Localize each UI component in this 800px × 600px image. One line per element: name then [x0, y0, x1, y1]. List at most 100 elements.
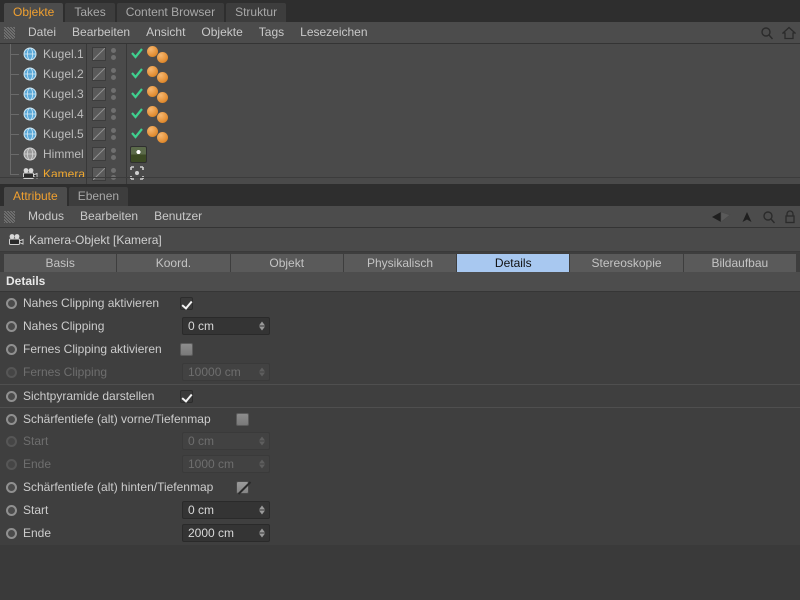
tab-takes[interactable]: Takes [65, 3, 115, 22]
object-visibility-controls[interactable] [92, 84, 116, 104]
animation-track-toggle[interactable] [6, 413, 17, 425]
checkbox[interactable] [180, 390, 193, 403]
editor-visibility-dot[interactable] [111, 168, 116, 173]
object-tree[interactable]: Kugel.1 Kugel.2 Kugel.3 Kugel.4 Kugel.5 Himme… [0, 44, 800, 184]
sky-material-thumbnail[interactable] [130, 145, 147, 163]
editor-visibility-dot[interactable] [111, 108, 116, 113]
spinner-arrows-icon[interactable] [259, 436, 265, 446]
material-tag-icon[interactable] [157, 72, 168, 83]
editor-visibility-dot[interactable] [111, 68, 116, 73]
property-tab-details[interactable]: Details [457, 254, 570, 272]
material-tags[interactable] [147, 84, 171, 104]
object-row[interactable]: Kugel.1 [0, 44, 800, 64]
material-tags[interactable] [147, 124, 171, 144]
editor-render-dots[interactable] [111, 128, 116, 140]
menu-item-modus[interactable]: Modus [20, 206, 72, 227]
animation-track-toggle[interactable] [6, 321, 17, 332]
object-row[interactable]: Kamera [0, 164, 800, 184]
object-visibility-controls[interactable] [92, 44, 116, 64]
editor-render-dots[interactable] [111, 68, 116, 80]
property-tab-objekt[interactable]: Objekt [230, 254, 343, 272]
check-tag-icon[interactable] [130, 46, 144, 63]
material-tag-icon[interactable] [157, 92, 168, 103]
visibility-toggle-icon[interactable] [92, 87, 106, 101]
menu-item-lesezeichen[interactable]: Lesezeichen [292, 22, 375, 43]
visibility-toggle-icon[interactable] [92, 107, 106, 121]
spinner-up-icon[interactable] [259, 367, 265, 372]
spinner-up-icon[interactable] [259, 528, 265, 533]
spinner-down-icon[interactable] [259, 464, 265, 469]
object-row[interactable]: Kugel.2 [0, 64, 800, 84]
animation-track-toggle[interactable] [6, 367, 17, 378]
checkbox[interactable] [236, 481, 249, 494]
drag-gripper-icon[interactable] [4, 210, 15, 223]
spinner-up-icon[interactable] [259, 321, 265, 326]
animation-track-toggle[interactable] [6, 505, 17, 516]
render-visibility-dot[interactable] [111, 135, 116, 140]
object-row[interactable]: Kugel.5 [0, 124, 800, 144]
object-visibility-controls[interactable] [92, 64, 116, 84]
tab-struktur[interactable]: Struktur [226, 3, 287, 22]
material-tags[interactable] [147, 64, 171, 84]
back-arrow-icon[interactable] [710, 210, 732, 224]
property-tab-basis[interactable]: Basis [4, 254, 117, 272]
editor-render-dots[interactable] [111, 108, 116, 120]
object-visibility-controls[interactable] [92, 144, 116, 164]
home-icon[interactable] [782, 26, 796, 40]
render-visibility-dot[interactable] [111, 75, 116, 80]
tab-ebenen[interactable]: Ebenen [68, 187, 129, 206]
editor-visibility-dot[interactable] [111, 128, 116, 133]
render-visibility-dot[interactable] [111, 115, 116, 120]
editor-render-dots[interactable] [111, 168, 116, 180]
visibility-toggle-icon[interactable] [92, 67, 106, 81]
object-visibility-controls[interactable] [92, 104, 116, 124]
search-icon[interactable] [762, 210, 776, 224]
search-icon[interactable] [760, 26, 774, 40]
editor-render-dots[interactable] [111, 48, 116, 60]
tab-content-browser[interactable]: Content Browser [116, 3, 225, 22]
up-arrow-icon[interactable] [740, 210, 754, 224]
visibility-toggle-icon[interactable] [92, 127, 106, 141]
object-tags[interactable] [130, 164, 144, 184]
render-visibility-dot[interactable] [111, 95, 116, 100]
spinner-down-icon[interactable] [259, 372, 265, 377]
menu-item-datei[interactable]: Datei [20, 22, 64, 43]
object-row[interactable]: Kugel.4 [0, 104, 800, 124]
spinner-down-icon[interactable] [259, 326, 265, 331]
menu-item-tags[interactable]: Tags [251, 22, 292, 43]
spinner-arrows-icon[interactable] [259, 505, 265, 515]
editor-visibility-dot[interactable] [111, 48, 116, 53]
animation-track-toggle[interactable] [6, 298, 17, 309]
checkbox[interactable] [236, 413, 249, 426]
object-tags[interactable] [130, 144, 147, 164]
menu-item-benutzer[interactable]: Benutzer [146, 206, 210, 227]
check-tag-icon[interactable] [130, 126, 144, 143]
material-tag-icon[interactable] [157, 132, 168, 143]
spinner-down-icon[interactable] [259, 533, 265, 538]
material-tag-icon[interactable] [157, 112, 168, 123]
object-tags[interactable] [130, 124, 171, 144]
visibility-toggle-icon[interactable] [92, 47, 106, 61]
visibility-toggle-icon[interactable] [92, 167, 106, 181]
spinner-down-icon[interactable] [259, 441, 265, 446]
object-row[interactable]: Himmel [0, 144, 800, 164]
property-tab-bildaufbau[interactable]: Bildaufbau [683, 254, 796, 272]
spinner-arrows-icon[interactable] [259, 321, 265, 331]
animation-track-toggle[interactable] [6, 390, 17, 402]
spinner-up-icon[interactable] [259, 505, 265, 510]
check-tag-icon[interactable] [130, 86, 144, 103]
number-input[interactable]: 0 cm [182, 317, 270, 335]
check-tag-icon[interactable] [130, 106, 144, 123]
menu-item-ansicht[interactable]: Ansicht [138, 22, 193, 43]
animation-track-toggle[interactable] [6, 344, 17, 355]
editor-visibility-dot[interactable] [111, 88, 116, 93]
object-visibility-controls[interactable] [92, 164, 116, 184]
number-input[interactable]: 0 cm [182, 501, 270, 519]
lock-icon[interactable] [784, 210, 796, 224]
property-tab-physikalisch[interactable]: Physikalisch [343, 254, 457, 272]
tab-objekte[interactable]: Objekte [4, 3, 64, 22]
animation-track-toggle[interactable] [6, 482, 17, 493]
spinner-up-icon[interactable] [259, 459, 265, 464]
editor-render-dots[interactable] [111, 88, 116, 100]
menu-item-bearbeiten[interactable]: Bearbeiten [72, 206, 146, 227]
